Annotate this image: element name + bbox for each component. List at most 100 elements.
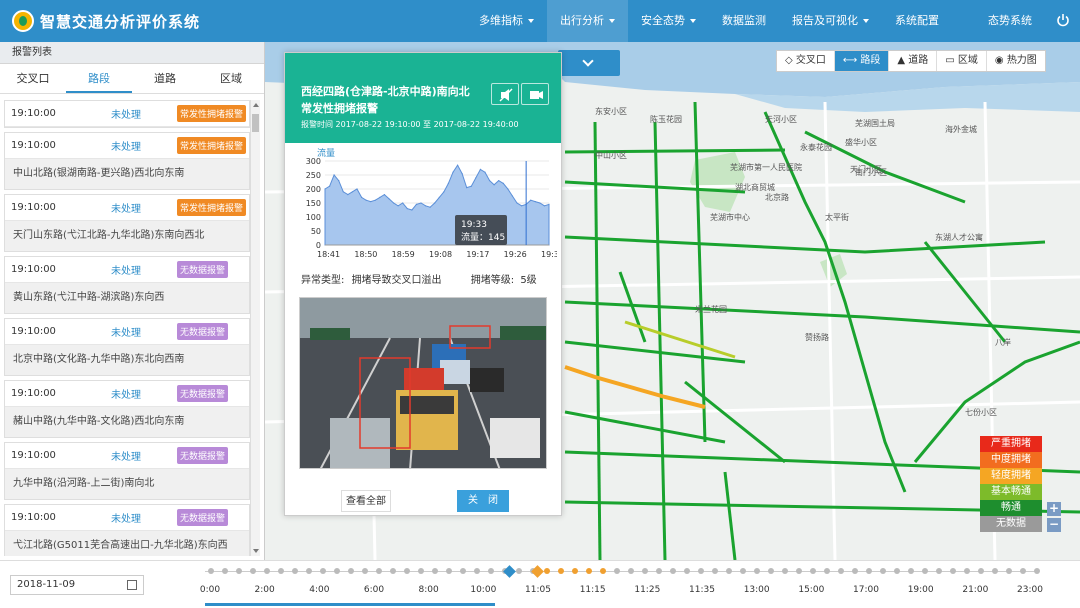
timeline-dot[interactable] bbox=[558, 568, 564, 574]
timeline-dot[interactable] bbox=[768, 568, 774, 574]
power-icon[interactable] bbox=[1056, 13, 1070, 27]
timeline-dot[interactable] bbox=[810, 568, 816, 574]
layer-btn-0[interactable]: ◇ 交叉口 bbox=[777, 51, 835, 71]
camera-button[interactable] bbox=[521, 83, 549, 105]
timeline-dot[interactable] bbox=[922, 568, 928, 574]
timeline-dot[interactable] bbox=[726, 568, 732, 574]
timeline-dot[interactable] bbox=[852, 568, 858, 574]
timeline-dot[interactable] bbox=[642, 568, 648, 574]
timeline-dot[interactable] bbox=[600, 568, 606, 574]
alarm-tab-0[interactable]: 交叉口 bbox=[0, 64, 66, 93]
timeline-dot[interactable] bbox=[516, 568, 522, 574]
timeline-dot[interactable] bbox=[866, 568, 872, 574]
alarm-status[interactable]: 未处理 bbox=[111, 262, 177, 277]
timeline-dot[interactable] bbox=[936, 568, 942, 574]
layer-btn-4[interactable]: ◉ 热力图 bbox=[987, 51, 1045, 71]
nav-item-3[interactable]: 数据监测 bbox=[709, 0, 779, 42]
nav-item-0[interactable]: 多维指标 bbox=[466, 0, 547, 42]
timeline-label[interactable]: 2:00 bbox=[255, 585, 275, 595]
timeline-dot[interactable] bbox=[978, 568, 984, 574]
alarm-status[interactable]: 未处理 bbox=[111, 510, 177, 525]
alarm-status[interactable]: 未处理 bbox=[111, 386, 177, 401]
timeline-label[interactable]: 11:35 bbox=[689, 585, 715, 595]
timeline-dot[interactable] bbox=[236, 568, 242, 574]
timeline-label[interactable]: 21:00 bbox=[962, 585, 988, 595]
nav-item-2[interactable]: 安全态势 bbox=[628, 0, 709, 42]
timeline-dot[interactable] bbox=[320, 568, 326, 574]
scroll-up-icon[interactable] bbox=[253, 103, 259, 107]
zoom-out-button[interactable]: − bbox=[1047, 518, 1061, 532]
timeline-label[interactable]: 6:00 bbox=[364, 585, 384, 595]
list-item[interactable]: 19:10:00 未处理 常发性拥堵报警 天门山东路(弋江北路-九华北路)东南向西北 bbox=[4, 194, 250, 252]
timeline-dot[interactable] bbox=[824, 568, 830, 574]
timeline-dot[interactable] bbox=[1020, 568, 1026, 574]
alarm-status[interactable]: 未处理 bbox=[111, 448, 177, 463]
timeline-dot[interactable] bbox=[446, 568, 452, 574]
timeline-dot[interactable] bbox=[754, 568, 760, 574]
timeline-dot[interactable] bbox=[306, 568, 312, 574]
search-dropdown-button[interactable] bbox=[558, 50, 620, 76]
timeline-dot[interactable] bbox=[740, 568, 746, 574]
timeline-dot[interactable] bbox=[278, 568, 284, 574]
nav-situation-system[interactable]: 态势系统 bbox=[988, 0, 1032, 42]
timeline-dot[interactable] bbox=[670, 568, 676, 574]
timeline-dot[interactable] bbox=[908, 568, 914, 574]
alarm-status[interactable]: 未处理 bbox=[111, 138, 177, 153]
timeline-dot[interactable] bbox=[656, 568, 662, 574]
timeline-dot[interactable] bbox=[208, 568, 214, 574]
timeline-dot[interactable] bbox=[782, 568, 788, 574]
timeline-dot[interactable] bbox=[586, 568, 592, 574]
timeline-dot[interactable] bbox=[334, 568, 340, 574]
close-button[interactable]: 关 闭 bbox=[457, 490, 509, 512]
alarm-tab-2[interactable]: 道路 bbox=[132, 64, 198, 93]
timeline-label[interactable]: 0:00 bbox=[200, 585, 220, 595]
nav-item-5[interactable]: 系统配置 bbox=[882, 0, 952, 42]
calendar-icon[interactable] bbox=[127, 580, 137, 590]
timeline-dot[interactable] bbox=[838, 568, 844, 574]
list-item[interactable]: 19:10:00 未处理 无数据报警 赭山中路(九华中路-文化路)西北向东南 bbox=[4, 380, 250, 438]
layer-btn-2[interactable]: ▲ 道路 bbox=[889, 51, 938, 71]
alarm-tab-3[interactable]: 区域 bbox=[198, 64, 264, 93]
timeline-dot[interactable] bbox=[544, 568, 550, 574]
timeline-label[interactable]: 11:15 bbox=[580, 585, 606, 595]
legend-item[interactable]: 轻度拥堵 bbox=[980, 468, 1042, 484]
list-item[interactable]: 19:10:00 未处理 无数据报警 北京中路(文化路-九华中路)东北向西南 bbox=[4, 318, 250, 376]
layer-btn-1[interactable]: ⟷ 路段 bbox=[834, 51, 890, 71]
nav-item-4[interactable]: 报告及可视化 bbox=[779, 0, 882, 42]
timeline-dot[interactable] bbox=[712, 568, 718, 574]
layer-btn-3[interactable]: ▭ 区域 bbox=[937, 51, 987, 71]
timeline-dot[interactable] bbox=[572, 568, 578, 574]
list-item[interactable]: 19:10:00 未处理 常发性拥堵报警 中山北路(银湖南路-更兴路)西北向东南 bbox=[4, 132, 250, 190]
timeline-dot[interactable] bbox=[264, 568, 270, 574]
timeline-label[interactable]: 11:25 bbox=[634, 585, 660, 595]
timeline-dot[interactable] bbox=[404, 568, 410, 574]
timeline-dot[interactable] bbox=[432, 568, 438, 574]
list-item[interactable]: 19:10:00 未处理 无数据报警 九华中路(沿河路-上二街)南向北 bbox=[4, 442, 250, 500]
timeline-label[interactable]: 13:00 bbox=[744, 585, 770, 595]
list-item[interactable]: 19:10:00 未处理 无数据报警 弋江北路(G5011芜合高速出口-九华北路)东向… bbox=[4, 504, 250, 556]
timeline-label[interactable]: 11:05 bbox=[525, 585, 551, 595]
timeline-dot[interactable] bbox=[880, 568, 886, 574]
timeline-dot[interactable] bbox=[894, 568, 900, 574]
legend-item[interactable]: 严重拥堵 bbox=[980, 436, 1042, 452]
alarm-status[interactable]: 未处理 bbox=[111, 106, 177, 121]
alarm-status[interactable]: 未处理 bbox=[111, 324, 177, 339]
list-item[interactable]: 19:10:00 未处理 常发性拥堵报警 bbox=[4, 100, 250, 128]
timeline-dot[interactable] bbox=[376, 568, 382, 574]
alarm-tab-1[interactable]: 路段 bbox=[66, 64, 132, 93]
timeline-dot[interactable] bbox=[964, 568, 970, 574]
scroll-down-icon[interactable] bbox=[253, 549, 259, 553]
timeline-dot[interactable] bbox=[250, 568, 256, 574]
timeline-label[interactable]: 15:00 bbox=[798, 585, 824, 595]
alarm-list-scrollbar[interactable] bbox=[250, 100, 260, 556]
timeline-dot[interactable] bbox=[796, 568, 802, 574]
timeline-dot[interactable] bbox=[292, 568, 298, 574]
list-item[interactable]: 19:10:00 未处理 无数据报警 黄山东路(弋江中路-湖滨路)东向西 bbox=[4, 256, 250, 314]
timeline-label[interactable]: 23:00 bbox=[1017, 585, 1043, 595]
zoom-in-button[interactable]: + bbox=[1047, 502, 1061, 516]
timeline-dot[interactable] bbox=[684, 568, 690, 574]
timeline-label[interactable]: 8:00 bbox=[419, 585, 439, 595]
timeline-dot[interactable] bbox=[628, 568, 634, 574]
timeline-dot[interactable] bbox=[992, 568, 998, 574]
timeline-dot[interactable] bbox=[418, 568, 424, 574]
